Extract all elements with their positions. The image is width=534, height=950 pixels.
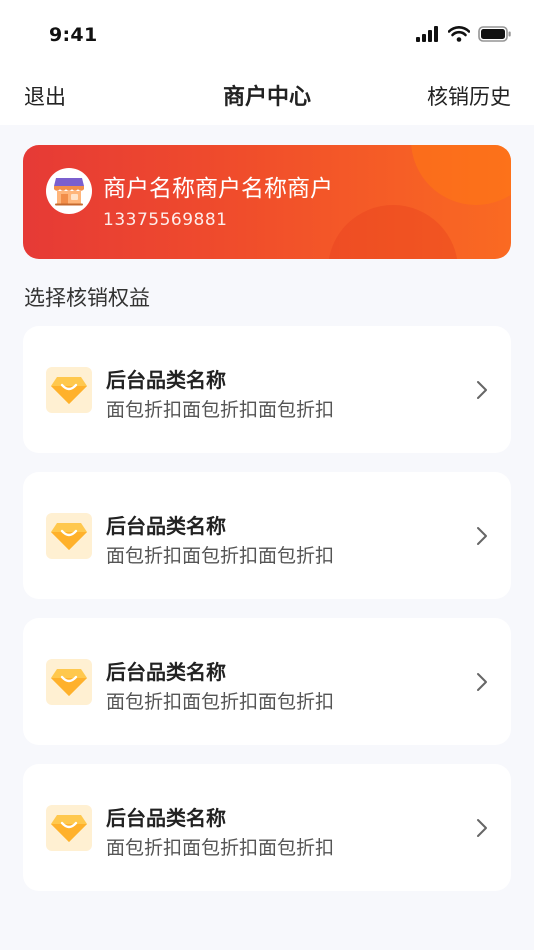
benefit-desc: 面包折扣面包折扣面包折扣 <box>106 691 335 713</box>
diamond-icon <box>51 377 87 404</box>
benefit-desc: 面包折扣面包折扣面包折扣 <box>106 545 335 567</box>
benefit-desc: 面包折扣面包折扣面包折扣 <box>106 837 335 859</box>
benefit-icon-wrap <box>46 367 92 413</box>
status-time: 9:41 <box>49 24 98 46</box>
decor-circle <box>411 145 511 205</box>
diamond-icon <box>51 523 87 550</box>
history-button[interactable]: 核销历史 <box>427 81 511 111</box>
logout-button[interactable]: 退出 <box>24 81 66 111</box>
section-title: 选择核销权益 <box>24 286 150 310</box>
benefit-desc: 面包折扣面包折扣面包折扣 <box>106 399 335 421</box>
store-icon <box>54 178 84 206</box>
benefit-list: 后台品类名称 面包折扣面包折扣面包折扣 后台品类名称 面包折扣面包折扣面包折扣 <box>23 326 511 910</box>
battery-icon <box>478 26 511 42</box>
chevron-right-icon <box>477 819 487 837</box>
benefit-item[interactable]: 后台品类名称 面包折扣面包折扣面包折扣 <box>23 472 511 599</box>
benefit-icon-wrap <box>46 659 92 705</box>
merchant-phone: 13375569881 <box>103 210 228 230</box>
merchant-name: 商户名称商户名称商户 <box>103 176 333 202</box>
header-area: 9:41 退出 商户中心 核销历史 <box>0 0 534 125</box>
benefit-icon-wrap <box>46 805 92 851</box>
signal-icon <box>416 26 438 42</box>
benefit-item[interactable]: 后台品类名称 面包折扣面包折扣面包折扣 <box>23 764 511 891</box>
decor-circle <box>328 205 458 259</box>
merchant-avatar <box>46 168 92 214</box>
benefit-name: 后台品类名称 <box>106 514 226 538</box>
chevron-right-icon <box>477 527 487 545</box>
benefit-icon-wrap <box>46 513 92 559</box>
benefit-name: 后台品类名称 <box>106 368 226 392</box>
benefit-item[interactable]: 后台品类名称 面包折扣面包折扣面包折扣 <box>23 326 511 453</box>
benefit-item[interactable]: 后台品类名称 面包折扣面包折扣面包折扣 <box>23 618 511 745</box>
benefit-name: 后台品类名称 <box>106 660 226 684</box>
merchant-card: 商户名称商户名称商户 13375569881 <box>23 145 511 259</box>
navbar: 退出 商户中心 核销历史 <box>0 75 534 119</box>
diamond-icon <box>51 815 87 842</box>
benefit-name: 后台品类名称 <box>106 806 226 830</box>
chevron-right-icon <box>477 673 487 691</box>
wifi-icon <box>448 26 470 42</box>
status-icons <box>416 24 512 44</box>
chevron-right-icon <box>477 381 487 399</box>
diamond-icon <box>51 669 87 696</box>
